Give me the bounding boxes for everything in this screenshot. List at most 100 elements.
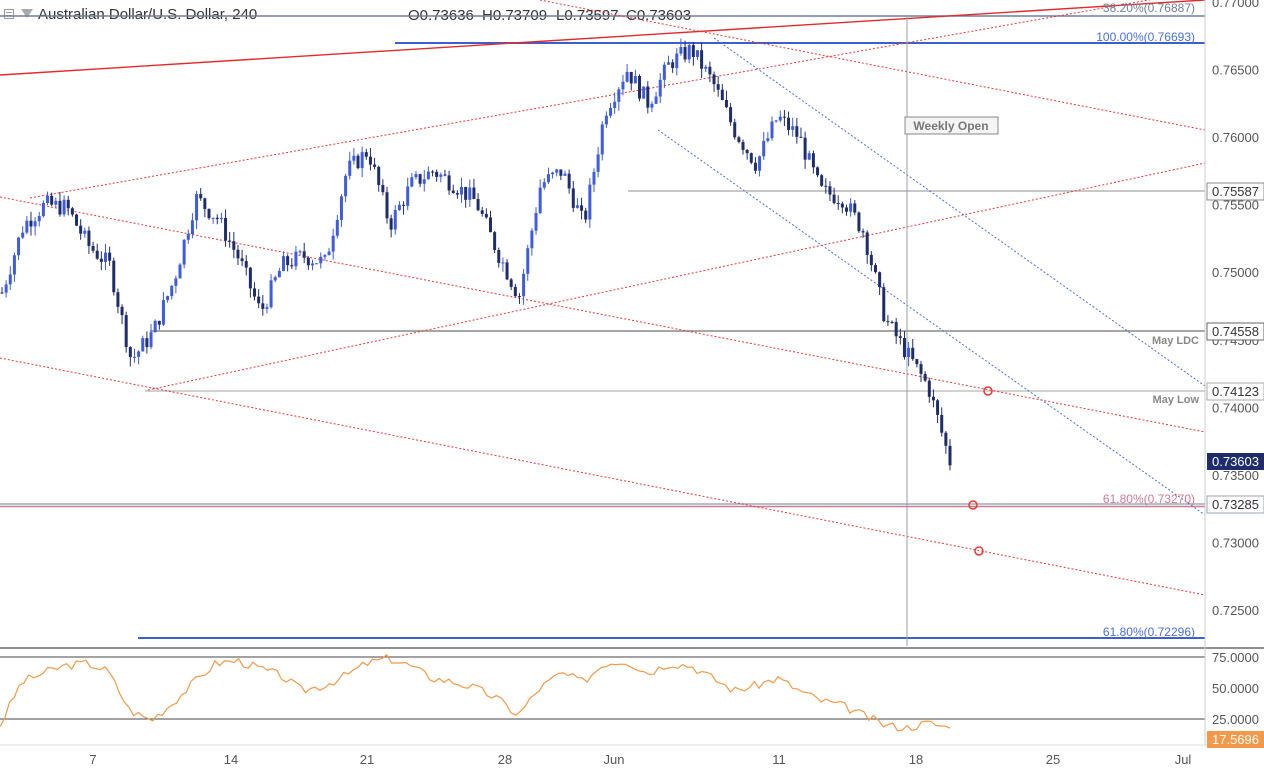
candle-body xyxy=(443,174,447,176)
candle-body xyxy=(642,86,646,99)
candle-body xyxy=(137,351,141,357)
candle-body xyxy=(551,172,555,175)
candle-body xyxy=(778,116,782,121)
candle-body xyxy=(381,185,385,193)
candle-body xyxy=(211,217,215,219)
candle-body xyxy=(269,280,273,308)
candle-body xyxy=(811,153,815,168)
candle-body xyxy=(215,217,219,220)
candle-body xyxy=(546,174,550,183)
candle-body xyxy=(609,107,613,116)
candle-body xyxy=(915,359,919,365)
candle-body xyxy=(559,169,563,176)
candle-body xyxy=(99,258,103,262)
candle-body xyxy=(675,53,679,69)
candle-body xyxy=(493,232,497,251)
candle-body xyxy=(865,232,869,255)
candle-body xyxy=(265,307,269,309)
candle-body xyxy=(4,284,8,293)
weekly-open-label: Weekly Open xyxy=(913,119,988,133)
candle-body xyxy=(120,306,124,316)
candle-body xyxy=(923,373,927,381)
candle-body xyxy=(720,89,724,100)
candle-body xyxy=(294,251,298,267)
candle-body xyxy=(339,196,343,220)
rsi-tick-label: 25.0000 xyxy=(1212,712,1259,727)
may-ldc-label: May LDC xyxy=(1152,335,1199,347)
candles-group xyxy=(0,38,952,471)
price-axis[interactable]: 0.770000.765000.760000.755000.750000.745… xyxy=(1212,0,1259,618)
candle-body xyxy=(729,107,733,123)
candle-body xyxy=(21,232,25,238)
candle-body xyxy=(849,203,853,212)
candle-body xyxy=(724,99,728,108)
candle-body xyxy=(762,140,766,157)
candle-body xyxy=(948,445,952,466)
candle-body xyxy=(315,263,319,265)
candle-body xyxy=(29,220,33,227)
candle-body xyxy=(840,203,844,208)
candle-body xyxy=(741,142,745,150)
candle-body xyxy=(534,213,538,231)
price-chart[interactable]: 38.20%(0.76887) 100.00%(0.76693) 61.80%(… xyxy=(0,0,1264,768)
tag-7455: 0.74558 xyxy=(1212,324,1259,339)
candle-body xyxy=(588,184,592,220)
candle-body xyxy=(505,262,509,280)
candle-body xyxy=(393,210,397,230)
candle-body xyxy=(526,248,530,274)
candle-body xyxy=(389,218,393,230)
candle-body xyxy=(600,124,604,155)
candle-body xyxy=(869,254,873,266)
candle-body xyxy=(161,300,165,325)
candle-body xyxy=(282,256,286,271)
candle-body xyxy=(671,62,675,69)
fib-618-upper-label: 61.80%(0.73270) xyxy=(1103,492,1195,506)
fib-382-label: 38.20%(0.76887) xyxy=(1103,1,1195,15)
candle-body xyxy=(770,121,774,139)
candle-body xyxy=(356,155,360,169)
candle-body xyxy=(853,203,857,213)
candle-body xyxy=(207,208,211,219)
candle-body xyxy=(787,117,791,130)
price-tick-label: 0.73500 xyxy=(1212,468,1259,483)
candle-body xyxy=(377,166,381,186)
candle-body xyxy=(153,320,157,333)
rsi-axis: 75.0000 50.0000 25.0000 xyxy=(1212,650,1259,727)
candle-body xyxy=(638,76,642,99)
candle-body xyxy=(476,198,480,211)
candle-body xyxy=(824,185,828,187)
candle-body xyxy=(186,233,190,240)
candle-body xyxy=(513,286,517,297)
candle-body xyxy=(116,292,120,307)
price-tick-label: 0.77000 xyxy=(1212,0,1259,10)
candle-body xyxy=(8,274,12,285)
tag-last-price: 0.73603 xyxy=(1212,454,1259,469)
fib-100-label: 100.00%(0.76693) xyxy=(1096,30,1195,44)
candle-body xyxy=(488,217,492,233)
candle-body xyxy=(368,156,372,165)
price-tick-label: 0.76000 xyxy=(1212,130,1259,145)
candle-body xyxy=(195,194,199,221)
candle-body xyxy=(170,285,174,297)
candle-body xyxy=(25,220,29,233)
candle-body xyxy=(749,153,753,163)
tag-7328: 0.73285 xyxy=(1212,497,1259,512)
candle-body xyxy=(882,287,886,322)
candle-body xyxy=(232,241,236,250)
candle-body xyxy=(87,230,91,246)
candle-body xyxy=(50,195,54,205)
candle-body xyxy=(658,79,662,97)
time-axis[interactable]: 7 14 21 28 Jun 11 18 25 Jul xyxy=(89,752,1191,767)
candle-body xyxy=(691,45,695,57)
candle-body xyxy=(807,153,811,160)
candle-body xyxy=(248,267,252,289)
candle-body xyxy=(182,239,186,265)
candle-body xyxy=(737,137,741,143)
target-circle-2 xyxy=(968,500,978,510)
candle-body xyxy=(774,120,778,122)
candle-body xyxy=(414,174,418,178)
may-low-label: May Low xyxy=(1153,394,1200,406)
candle-body xyxy=(571,188,575,208)
candle-body xyxy=(373,164,377,167)
candle-body xyxy=(344,175,348,197)
